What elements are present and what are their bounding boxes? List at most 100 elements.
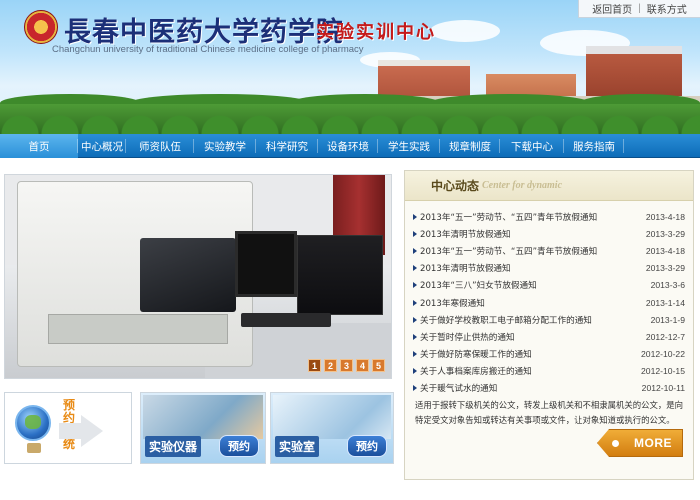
- news-item-title[interactable]: 关于人事档案库房搬迁的通知: [420, 365, 532, 377]
- news-item-date: 2012-10-11: [641, 383, 685, 394]
- instrument-booking-title: 实验仪器: [145, 436, 202, 457]
- news-item-date: 2013-3-29: [645, 263, 685, 274]
- nav-item-teaching[interactable]: 实验教学: [194, 134, 256, 158]
- lab-photo-carousel[interactable]: 1 2 3 4 5: [4, 174, 392, 379]
- tree-band: [0, 104, 700, 134]
- news-item-date: 2012-10-15: [641, 366, 685, 377]
- more-button[interactable]: MORE: [597, 429, 683, 457]
- lab-booking-button[interactable]: 预约: [347, 435, 387, 457]
- news-item[interactable]: 关于人事档案库房搬迁的通知 2012-10-15: [413, 363, 685, 380]
- news-item-title[interactable]: 2013年“五一”劳动节、“五四”青年节放假通知: [420, 211, 597, 223]
- news-item-date: 2013-4-18: [645, 245, 685, 256]
- news-item-date: 2013-3-6: [650, 280, 685, 291]
- arrow-bullet-icon: [413, 368, 417, 375]
- arrow-bullet-icon: [413, 282, 417, 289]
- carousel-page-1[interactable]: 1: [308, 359, 321, 372]
- lab-photo: [273, 395, 391, 439]
- more-label: MORE: [634, 436, 672, 450]
- news-item-date: 2013-3-29: [645, 228, 685, 239]
- instrument-photo: [143, 395, 263, 439]
- contact-link[interactable]: 联系方式: [647, 1, 687, 16]
- arrow-bullet-icon: [413, 299, 417, 306]
- arrow-bullet-icon: [413, 247, 417, 254]
- news-item-date: 2013-1-14: [645, 297, 685, 308]
- arrow-bullet-icon: [413, 316, 417, 323]
- news-item[interactable]: 2013年寒假通知 2013-1-14: [413, 294, 685, 311]
- lab-booking-title: 实验室: [275, 436, 320, 457]
- top-links-bar: 返回首页 | 联系方式: [578, 0, 700, 18]
- instrument-booking-button[interactable]: 预约: [219, 435, 259, 457]
- news-panel: 中心动态 Center for dynamic 2013年“五一”劳动节、“五四…: [404, 170, 694, 480]
- news-subtitle: Center for dynamic: [482, 180, 563, 191]
- computer-monitor: [235, 231, 297, 297]
- carousel-page-5[interactable]: 5: [372, 359, 385, 372]
- arrow-bullet-icon: [413, 385, 417, 392]
- lab-instrument-image: [17, 181, 253, 367]
- news-item[interactable]: 关于暖气试水的通知 2012-10-11: [413, 380, 685, 397]
- keyboard: [241, 313, 331, 327]
- news-item-title[interactable]: 2013年“三八”妇女节放假通知: [420, 279, 537, 291]
- computer-tower: [297, 235, 383, 315]
- nav-item-equipment[interactable]: 设备环境: [318, 134, 378, 158]
- nav-item-faculty[interactable]: 师资队伍: [126, 134, 194, 158]
- nav-item-rules[interactable]: 规章制度: [440, 134, 500, 158]
- news-item[interactable]: 关于做好防寒保暖工作的通知 2012-10-22: [413, 346, 685, 363]
- carousel-page-4[interactable]: 4: [356, 359, 369, 372]
- news-item[interactable]: 2013年清明节放假通知 2013-3-29: [413, 260, 685, 277]
- arrow-bullet-icon: [413, 265, 417, 272]
- arrow-right-icon: [81, 415, 103, 447]
- news-item[interactable]: 2013年“三八”妇女节放假通知 2013-3-6: [413, 277, 685, 294]
- booking-system-banner[interactable]: 预约系统: [4, 392, 132, 464]
- nav-item-guide[interactable]: 服务指南: [564, 134, 624, 158]
- globe-stand: [27, 443, 41, 453]
- instrument-window: [140, 238, 236, 312]
- news-header: 中心动态 Center for dynamic: [405, 171, 693, 201]
- news-item-title[interactable]: 2013年“五一”劳动节、“五四”青年节放假通知: [420, 245, 597, 257]
- lab-booking-card[interactable]: 实验室 预约: [270, 392, 394, 464]
- news-item-title[interactable]: 关于做好防寒保暖工作的通知: [420, 348, 532, 360]
- news-item-title[interactable]: 2013年清明节放假通知: [420, 228, 511, 240]
- cloud-shape: [430, 20, 500, 42]
- news-item-date: 2013-1-9: [650, 314, 685, 325]
- news-list: 2013年“五一”劳动节、“五四”青年节放假通知 2013-4-18 2013年清…: [405, 201, 693, 397]
- english-name: Changchun university of traditional Chin…: [52, 44, 364, 55]
- instrument-tray: [48, 314, 228, 344]
- globe-icon: [15, 405, 51, 441]
- main-nav: 首页 中心概况 师资队伍 实验教学 科学研究 设备环境 学生实践 规章制度 下载…: [0, 134, 700, 158]
- nav-item-research[interactable]: 科学研究: [256, 134, 318, 158]
- nav-item-home[interactable]: 首页: [0, 134, 78, 158]
- header-banner: 返回首页 | 联系方式 長春中医药大学药学院 实验实训中心 Changchun …: [0, 0, 700, 134]
- carousel-page-2[interactable]: 2: [324, 359, 337, 372]
- nav-item-practice[interactable]: 学生实践: [378, 134, 440, 158]
- news-item-title[interactable]: 2013年寒假通知: [420, 297, 485, 309]
- news-item[interactable]: 2013年“五一”劳动节、“五四”青年节放假通知 2013-4-18: [413, 208, 685, 225]
- news-item-title[interactable]: 关于暂时停止供热的通知: [420, 331, 515, 343]
- dot-icon: [612, 440, 619, 447]
- home-link[interactable]: 返回首页: [592, 1, 632, 16]
- nav-item-download[interactable]: 下载中心: [500, 134, 564, 158]
- news-item-title[interactable]: 关于做好学校教职工电子邮箱分配工作的通知: [420, 314, 592, 326]
- news-title: 中心动态: [431, 179, 480, 193]
- nav-item-overview[interactable]: 中心概况: [78, 134, 126, 158]
- center-name: 实验实训中心: [316, 22, 436, 43]
- news-item-date: 2013-4-18: [645, 211, 685, 222]
- university-seal-logo[interactable]: [24, 10, 58, 44]
- news-item[interactable]: 关于暂时停止供热的通知 2012-12-7: [413, 328, 685, 345]
- carousel-pager: 1 2 3 4 5: [308, 359, 385, 372]
- news-item-date: 2012-12-7: [645, 331, 685, 342]
- arrow-bullet-icon: [413, 213, 417, 220]
- link-separator: |: [638, 3, 641, 14]
- arrow-bullet-icon: [413, 230, 417, 237]
- news-description: 适用于报转下级机关的公文，转发上级机关和不相隶属机关的公文，是向特定受文对象告知…: [415, 400, 683, 425]
- instrument-booking-card[interactable]: 实验仪器 预约: [140, 392, 266, 464]
- news-item[interactable]: 关于做好学校教职工电子邮箱分配工作的通知 2013-1-9: [413, 311, 685, 328]
- news-item-date: 2012-10-22: [641, 349, 685, 360]
- news-item[interactable]: 2013年清明节放假通知 2013-3-29: [413, 225, 685, 242]
- carousel-page-3[interactable]: 3: [340, 359, 353, 372]
- arrow-bullet-icon: [413, 333, 417, 340]
- arrow-right-icon: [59, 423, 83, 439]
- news-item[interactable]: 2013年“五一”劳动节、“五四”青年节放假通知 2013-4-18: [413, 242, 685, 259]
- arrow-bullet-icon: [413, 351, 417, 358]
- news-item-title[interactable]: 关于暖气试水的通知: [420, 382, 497, 394]
- news-item-title[interactable]: 2013年清明节放假通知: [420, 262, 511, 274]
